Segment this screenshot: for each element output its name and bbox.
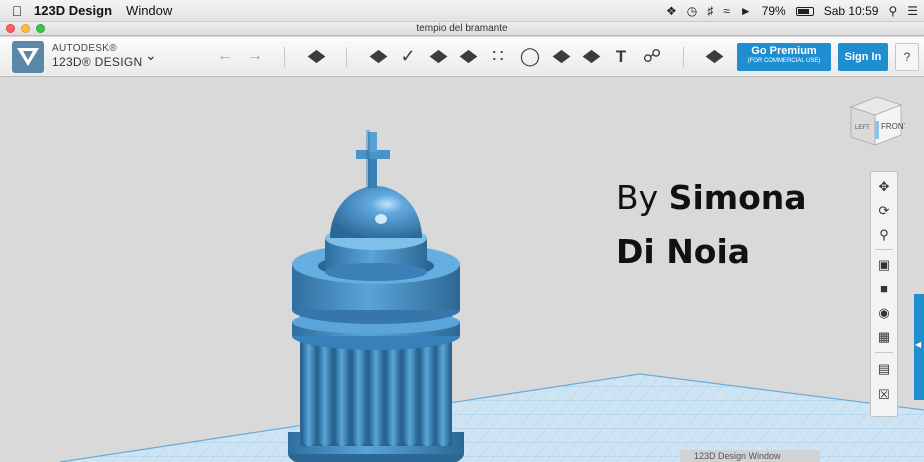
go-premium-label: Go Premium	[751, 45, 817, 57]
volume-icon[interactable]: ►	[740, 4, 752, 18]
orbit-icon[interactable]: ⟳	[871, 200, 897, 222]
chevron-left-icon: ◀	[915, 340, 922, 349]
apple-icon[interactable]: 	[0, 3, 34, 19]
primitives-icon[interactable]	[366, 45, 390, 67]
temple-model[interactable]	[288, 130, 464, 462]
transform-icon[interactable]	[304, 45, 328, 67]
material-icon[interactable]	[702, 45, 726, 67]
window-title-bar: tempio del bramante	[0, 22, 924, 36]
construct-icon[interactable]	[426, 45, 450, 67]
dropbox-icon[interactable]: ❖	[666, 4, 677, 18]
snap-icon[interactable]: ☍	[640, 45, 664, 67]
view-cube[interactable]: LEFT FRONT	[845, 93, 905, 148]
fit-icon[interactable]: ▣	[871, 254, 897, 276]
clock[interactable]: Sab 10:59	[824, 4, 879, 18]
caption-author-line2: Di Noia	[616, 232, 751, 271]
material-view-icon[interactable]: ▤	[871, 358, 897, 380]
modify-icon[interactable]	[456, 45, 480, 67]
grid-display-icon[interactable]: ▦	[871, 326, 897, 348]
visibility-icon[interactable]: ◉	[871, 302, 897, 324]
battery-icon[interactable]	[795, 6, 814, 16]
help-button[interactable]: ?	[895, 43, 919, 71]
pan-icon[interactable]: ✥	[871, 176, 897, 198]
redo-icon[interactable]: →	[243, 45, 267, 67]
go-premium-sublabel: (FOR COMMERCIAL USE)	[747, 58, 821, 64]
brand-123d-design: 123D® DESIGN	[52, 55, 143, 69]
main-menu-chevron-icon[interactable]: ⌄	[145, 47, 157, 64]
window-menu[interactable]: Window	[126, 3, 172, 18]
viewcube-left-label: LEFT	[855, 125, 870, 131]
side-panel-tab[interactable]: ◀	[914, 294, 924, 400]
sign-in-button[interactable]: Sign In	[838, 43, 888, 71]
grouping-icon[interactable]: ◯	[518, 45, 542, 67]
sketch-icon[interactable]: ✓	[396, 45, 420, 67]
viewcube-front-label: FRONT	[881, 122, 905, 131]
spotlight-icon[interactable]: ⚲	[888, 4, 897, 18]
status-area: ❖ ◷ ♯ ≈ ► 79% Sab 10:59 ⚲ ☰	[666, 0, 918, 22]
app-toolbar: AUTODESK® 123D® DESIGN ⌄ ← → ✓ ∷ ◯ T ☍ G…	[0, 37, 924, 77]
time-machine-icon[interactable]: ◷	[687, 4, 697, 18]
wifi-icon[interactable]: ≈	[723, 4, 730, 18]
toolbar-divider	[683, 47, 684, 67]
window-taskbar-label: 123D Design Window	[680, 450, 820, 462]
hide-sketch-icon[interactable]: ☒	[871, 384, 897, 406]
app-logo-icon[interactable]	[12, 41, 44, 73]
window-title: tempio del bramante	[416, 23, 508, 34]
navbar-divider	[875, 352, 893, 353]
perspective-icon[interactable]: ■	[871, 278, 897, 300]
toolbar-divider	[284, 47, 285, 67]
scene-canvas[interactable]	[0, 78, 924, 462]
macos-menu-bar:  123D Design Window ❖ ◷ ♯ ≈ ► 79% Sab 1…	[0, 0, 924, 22]
3d-viewport[interactable]: By Simona Di Noia LEFT FRONT ✥ ⟳ ⚲ ▣ ■ ◉…	[0, 78, 924, 462]
battery-percent[interactable]: 79%	[762, 4, 786, 18]
text-icon[interactable]: T	[609, 45, 633, 67]
zoom-icon[interactable]: ⚲	[871, 224, 897, 246]
toolbar-divider	[346, 47, 347, 67]
navbar-divider	[875, 249, 893, 250]
brand-autodesk: AUTODESK®	[52, 43, 117, 54]
notification-center-icon[interactable]: ☰	[907, 4, 918, 18]
app-menu[interactable]: 123D Design	[34, 3, 112, 18]
bluetooth-icon[interactable]: ♯	[707, 4, 713, 18]
ground-grid	[59, 373, 924, 462]
caption-author-line1: By Simona	[616, 178, 807, 217]
combine-icon[interactable]	[549, 45, 573, 67]
measure-icon[interactable]	[579, 45, 603, 67]
go-premium-button[interactable]: Go Premium (FOR COMMERCIAL USE)	[737, 43, 831, 71]
navigation-bar: ✥ ⟳ ⚲ ▣ ■ ◉ ▦ ▤ ☒	[870, 171, 898, 417]
pattern-icon[interactable]: ∷	[486, 45, 510, 67]
undo-icon[interactable]: ←	[213, 45, 237, 67]
